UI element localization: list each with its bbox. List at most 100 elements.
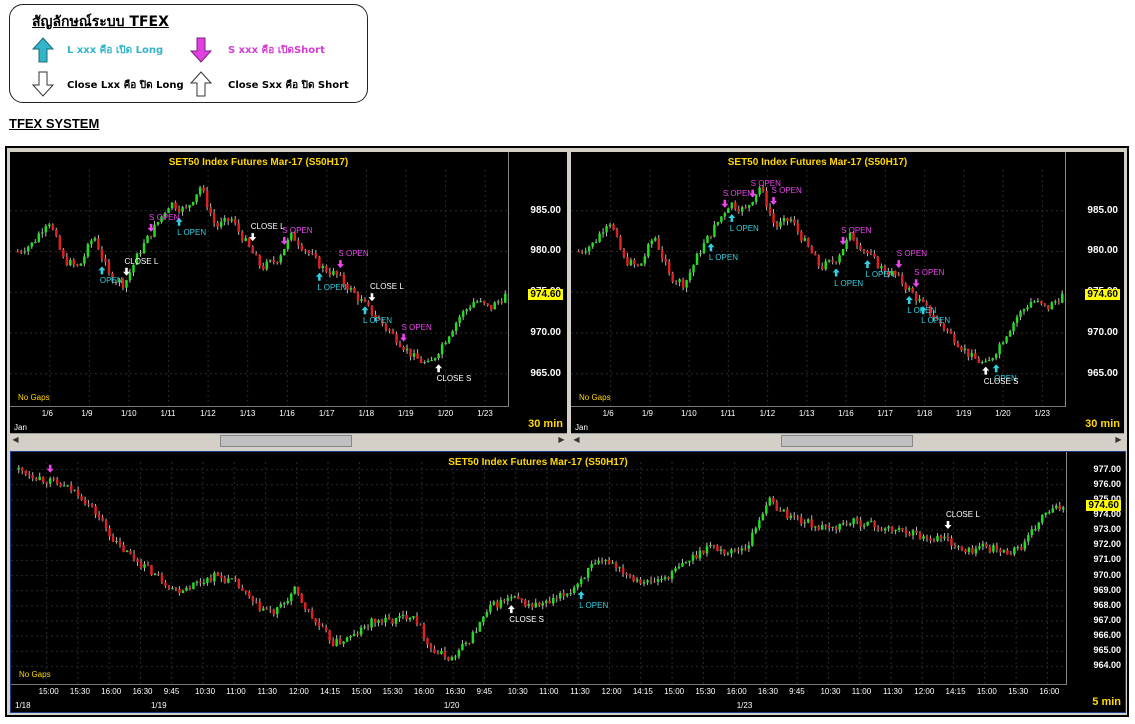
candle	[150, 564, 153, 576]
candle	[90, 502, 94, 508]
candle	[178, 586, 181, 596]
candle	[346, 282, 349, 294]
arrow-up-outline-icon	[190, 71, 212, 97]
candle	[967, 546, 971, 555]
candle	[579, 576, 583, 588]
chart-panel-30min-left[interactable]: SET50 Index Futures Mar-17 (S50H17) 985.…	[10, 152, 567, 433]
candle	[269, 605, 272, 613]
candle	[1047, 305, 1050, 312]
candle	[496, 299, 500, 305]
candle	[1057, 298, 1061, 305]
candle	[83, 496, 87, 506]
candle	[859, 242, 862, 252]
candle	[115, 536, 118, 544]
horizontal-scrollbar[interactable]: ◀ ▶	[571, 433, 1124, 447]
signal-label: CLOSE L	[369, 282, 404, 292]
horizontal-scrollbar[interactable]: ◀ ▶	[10, 433, 567, 447]
candle	[838, 253, 841, 265]
candle	[62, 481, 66, 487]
candle	[185, 585, 188, 592]
candle	[855, 516, 859, 525]
candle	[719, 545, 723, 555]
candle	[475, 627, 478, 634]
candle	[282, 601, 286, 609]
candle	[695, 551, 698, 560]
candle	[335, 270, 339, 278]
candle	[366, 624, 370, 631]
candle	[845, 237, 848, 252]
candle	[869, 517, 873, 523]
signal-label: CLOSE S	[983, 376, 1019, 386]
candle	[681, 277, 685, 291]
y-tick-label: 970.00	[530, 326, 561, 338]
scroll-thumb[interactable]	[220, 435, 352, 447]
x-tick-label: 11:00	[539, 687, 559, 696]
candle	[751, 528, 754, 547]
candle	[737, 205, 740, 214]
y-tick-label: 969.00	[1093, 584, 1121, 595]
candle	[1048, 509, 1051, 515]
candle	[639, 577, 642, 586]
candle	[558, 591, 562, 602]
candle	[1026, 304, 1029, 312]
signal-arrow-down-icon	[336, 260, 344, 269]
scroll-thumb[interactable]	[781, 435, 913, 447]
candle	[1029, 298, 1033, 308]
scroll-right-icon[interactable]: ▶	[556, 434, 567, 446]
x-tick-label: 12:00	[914, 687, 935, 696]
candle	[782, 508, 786, 512]
candle	[612, 223, 615, 231]
candle	[712, 544, 716, 549]
candle	[314, 618, 317, 626]
candle	[876, 255, 880, 269]
candle	[946, 533, 950, 542]
candle	[1020, 543, 1023, 551]
system-title: TFEX SYSTEM	[9, 116, 100, 131]
candle	[775, 220, 779, 230]
candle	[1036, 298, 1040, 303]
candle	[318, 255, 321, 269]
candle	[220, 572, 223, 583]
candle	[734, 200, 737, 211]
candle	[93, 236, 97, 242]
candle	[79, 263, 83, 266]
signal-label: L OPEN	[579, 601, 609, 611]
candle	[353, 286, 356, 294]
candle	[998, 342, 1001, 359]
candle	[286, 237, 290, 252]
candle	[359, 625, 363, 637]
candle	[1055, 503, 1058, 510]
candle	[894, 529, 897, 535]
chart-panel-30min-right[interactable]: SET50 Index Futures Mar-17 (S50H17) 985.…	[571, 152, 1124, 433]
candle	[31, 472, 34, 482]
signal-label: L OPEN	[921, 316, 951, 326]
candle	[73, 489, 76, 492]
candle	[619, 234, 622, 251]
x-tick-label: 1/10	[120, 409, 137, 418]
candle	[793, 216, 796, 226]
chart-panel-5min[interactable]: SET50 Index Futures Mar-17 (S50H17) 977.…	[10, 451, 1126, 713]
candle	[692, 264, 695, 276]
candle	[897, 525, 901, 533]
charts-frame: SET50 Index Futures Mar-17 (S50H17) 985.…	[5, 146, 1129, 717]
x-tick-label: 1/20	[995, 409, 1011, 418]
candle	[132, 549, 136, 562]
candle	[219, 217, 223, 230]
candle	[949, 328, 953, 335]
candle	[615, 227, 619, 238]
candle	[614, 561, 618, 572]
candle	[97, 510, 101, 521]
x-tick-label: 15:30	[382, 687, 403, 696]
signal-label: L OPEN	[177, 227, 207, 237]
scroll-left-icon[interactable]: ◀	[571, 434, 582, 446]
candle	[373, 618, 377, 627]
candle	[1001, 341, 1005, 345]
scroll-right-icon[interactable]: ▶	[1113, 434, 1124, 446]
candle	[262, 606, 265, 611]
y-tick-label: 985.00	[530, 204, 561, 216]
candle	[72, 258, 76, 268]
candle	[629, 257, 633, 267]
scroll-left-icon[interactable]: ◀	[10, 434, 21, 446]
candle	[848, 522, 852, 527]
candle	[936, 533, 939, 542]
